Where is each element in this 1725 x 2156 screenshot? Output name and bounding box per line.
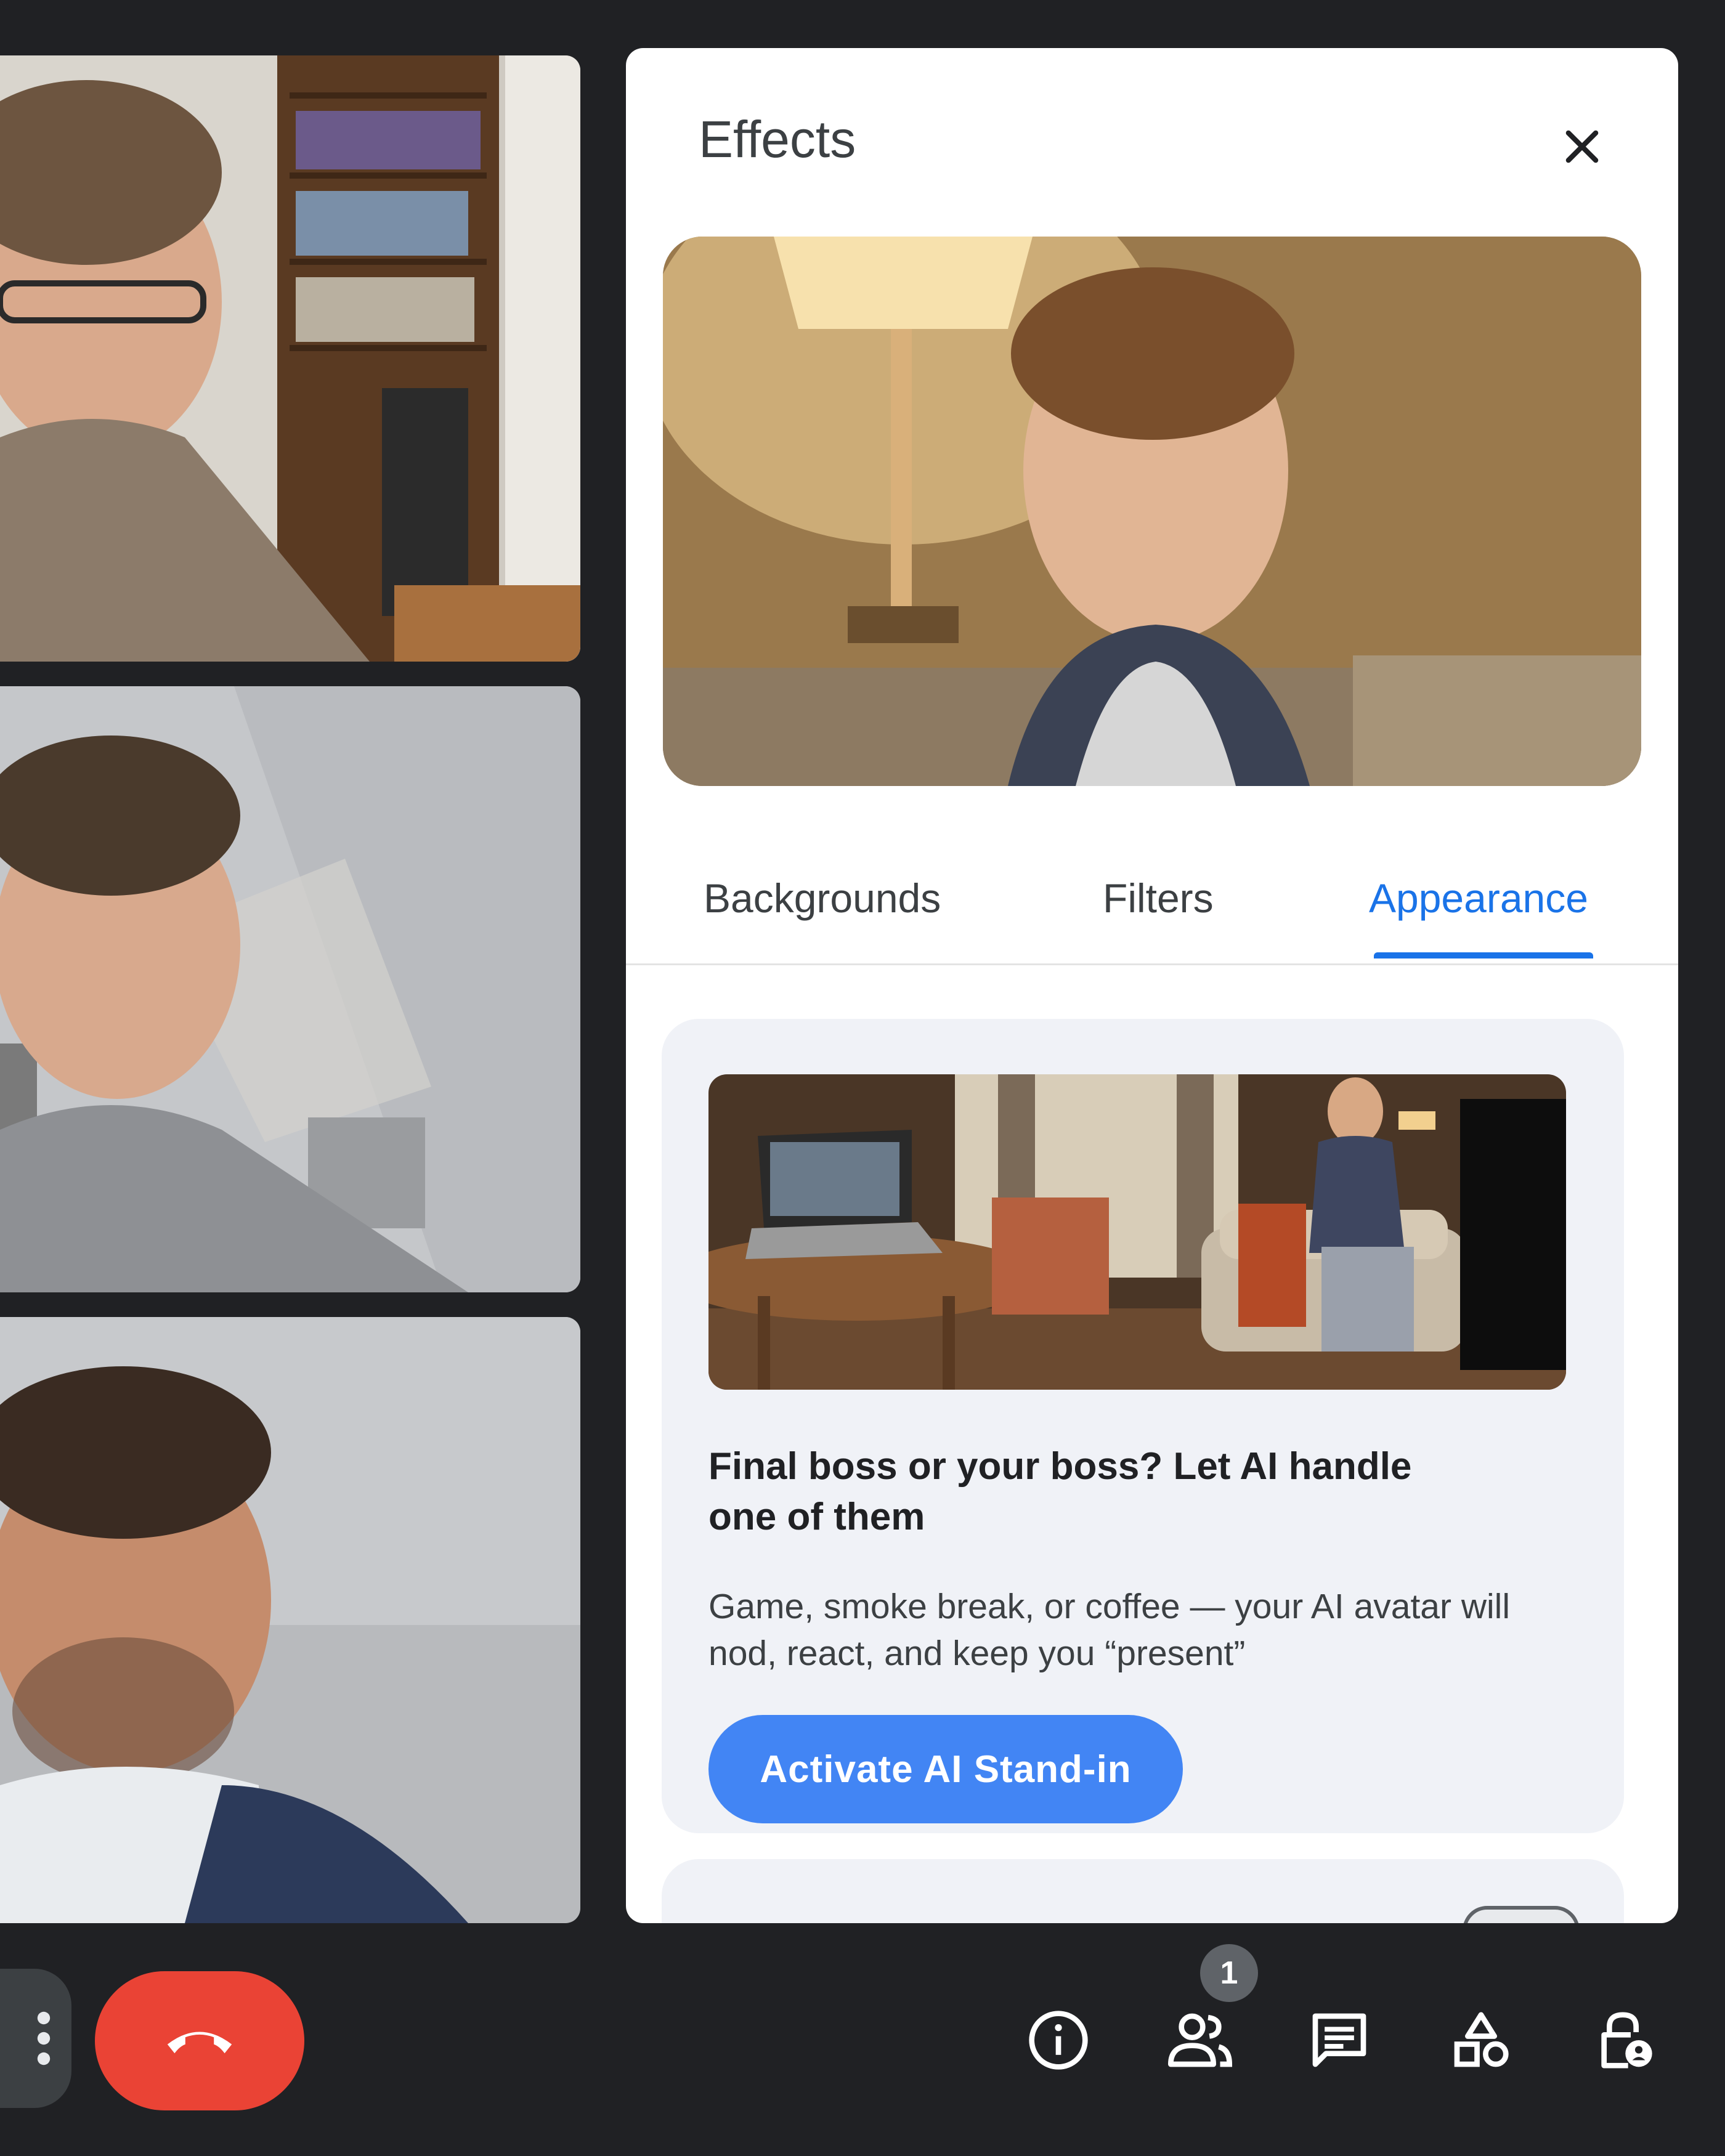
participant-video-2	[0, 686, 580, 1292]
next-setting-card	[662, 1859, 1624, 1923]
host-controls-button[interactable]	[1586, 2003, 1660, 2077]
active-tab-indicator	[1374, 952, 1593, 958]
self-preview-video	[663, 237, 1641, 786]
promo-image	[708, 1074, 1566, 1390]
meeting-details-button[interactable]	[1021, 2003, 1095, 2077]
more-vert-icon	[37, 2011, 51, 2065]
chat-button[interactable]	[1302, 2003, 1376, 2077]
setting-toggle[interactable]	[1463, 1906, 1580, 1923]
participant-tile-1[interactable]	[0, 55, 580, 662]
promo-illustration	[708, 1074, 1566, 1390]
chat-icon	[1312, 2013, 1366, 2067]
close-icon	[1565, 130, 1599, 163]
self-preview	[663, 237, 1641, 786]
effects-panel: Effects Backgrounds Filters Appearance F…	[626, 48, 1678, 1923]
info-icon	[1029, 2011, 1088, 2070]
leave-call-button[interactable]	[95, 1971, 304, 2110]
promo-body: Game, smoke break, or coffee — your AI a…	[708, 1587, 1510, 1673]
activate-ai-standin-button[interactable]: Activate AI Stand-in	[708, 1715, 1183, 1823]
close-button[interactable]	[1551, 116, 1613, 177]
more-options-button[interactable]	[0, 1969, 71, 2108]
promo-heading: Final boss or your boss? Let AI handle o…	[708, 1445, 1412, 1538]
people-count-badge: 1	[1200, 1944, 1258, 2002]
tabs-divider	[626, 963, 1678, 965]
activities-button[interactable]	[1444, 2003, 1518, 2077]
activities-icon	[1454, 2012, 1509, 2067]
ai-standin-promo-card: Final boss or your boss? Let AI handle o…	[662, 1019, 1624, 1833]
tab-appearance[interactable]: Appearance	[1369, 867, 1588, 929]
host-controls-icon	[1601, 2012, 1652, 2069]
people-icon	[1168, 2013, 1233, 2067]
tab-filters[interactable]: Filters	[1103, 867, 1214, 929]
panel-title: Effects	[699, 110, 856, 168]
people-button[interactable]	[1163, 2003, 1237, 2077]
effects-tabs: Backgrounds Filters Appearance	[626, 867, 1678, 1013]
participant-video-1	[0, 55, 580, 662]
tab-backgrounds[interactable]: Backgrounds	[704, 867, 941, 929]
participant-video-3	[0, 1317, 580, 1923]
call-end-icon	[167, 2032, 232, 2054]
participant-tile-2[interactable]	[0, 686, 580, 1292]
participant-tile-3[interactable]	[0, 1317, 580, 1923]
